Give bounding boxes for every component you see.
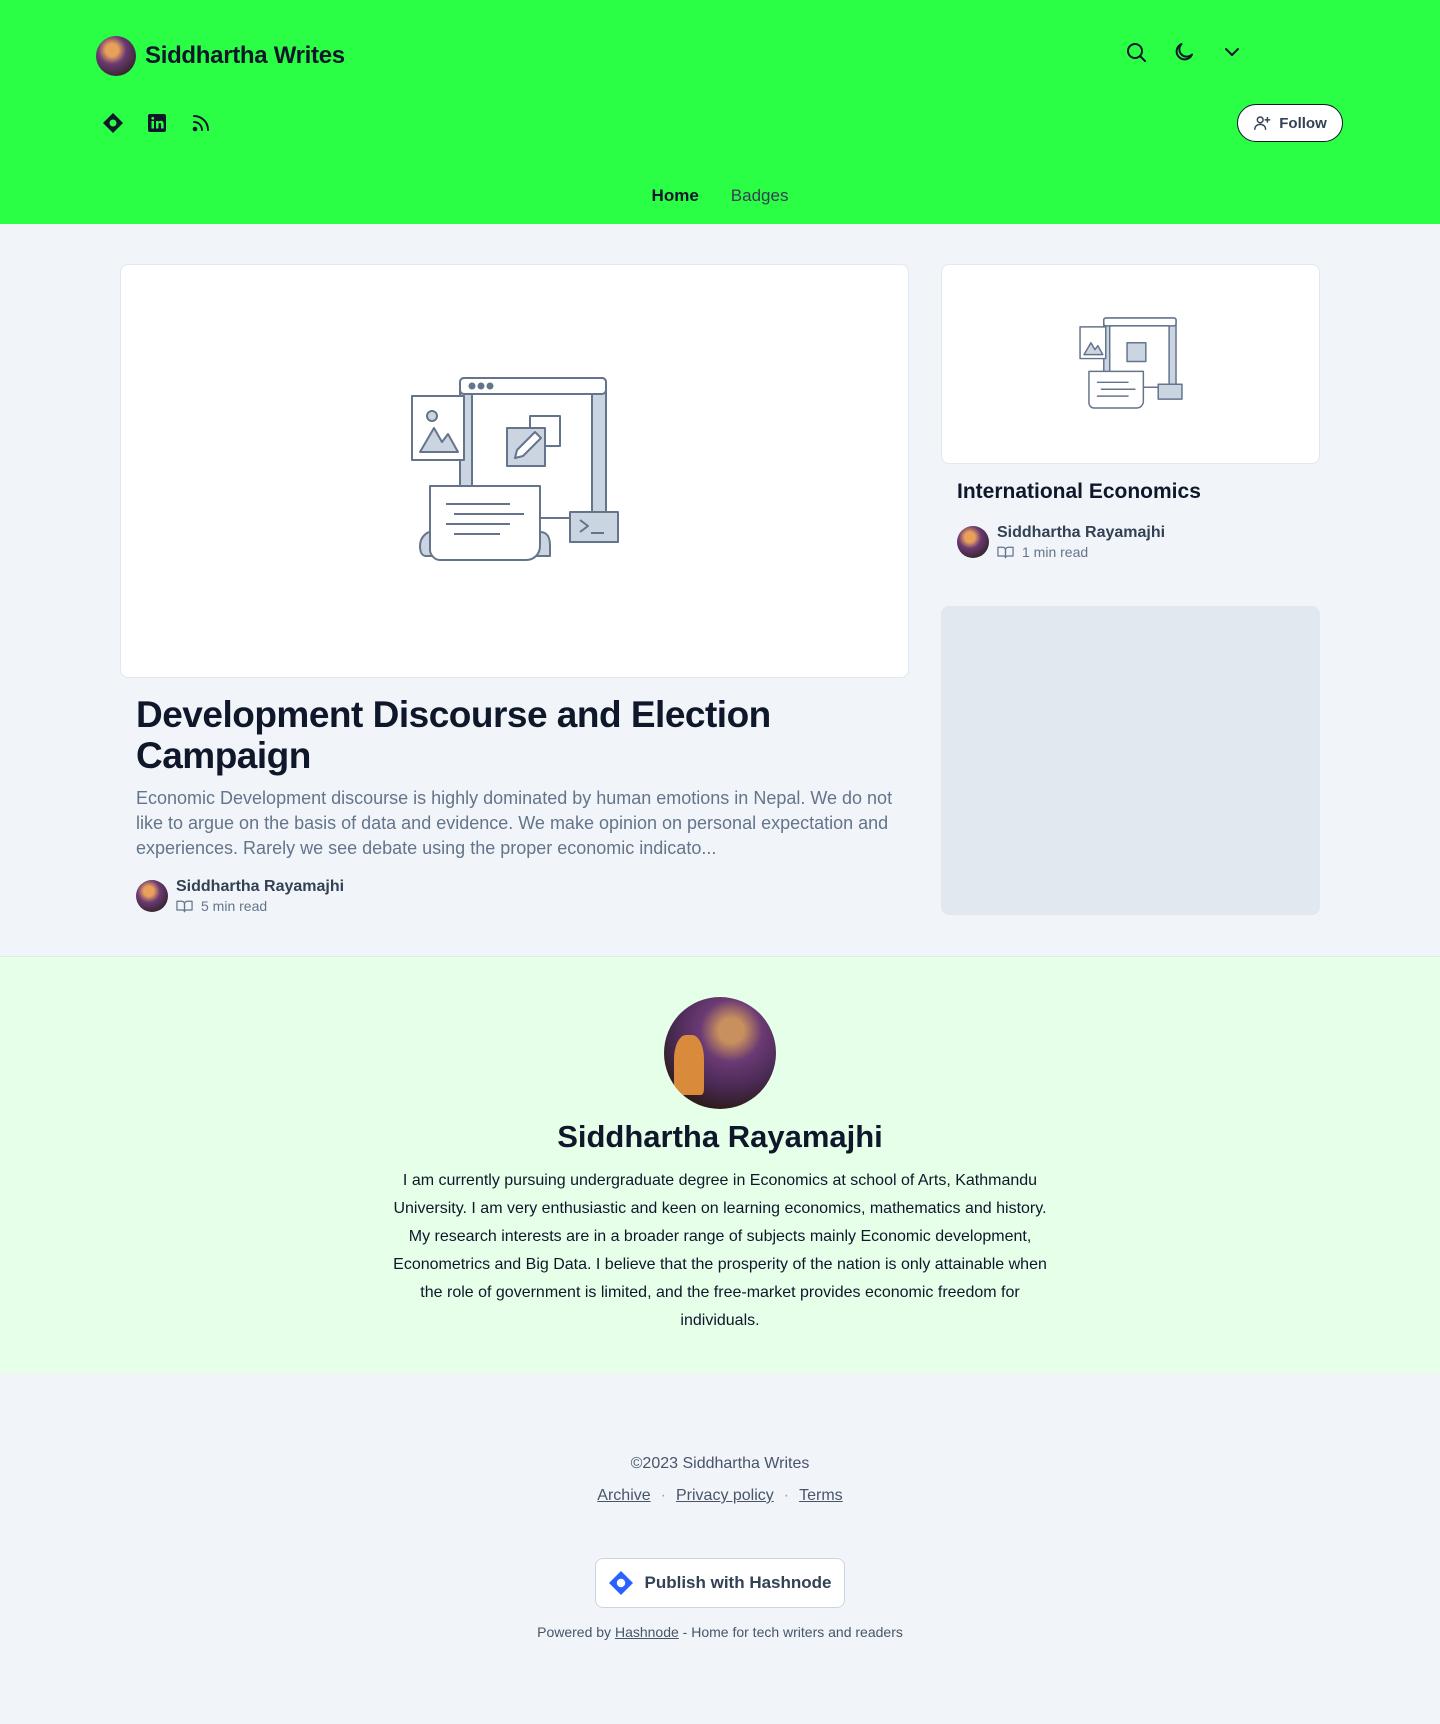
read-time-label: 1 min read [1022, 544, 1089, 560]
publish-label: Publish with Hashnode [644, 1573, 832, 1592]
footer-link-privacy[interactable]: Privacy policy [676, 1487, 774, 1505]
publish-with-hashnode-button[interactable]: Publish with Hashnode [595, 1558, 845, 1608]
header-actions [1124, 40, 1244, 64]
author-profile-photo[interactable] [664, 997, 776, 1109]
hashnode-logo-icon [609, 1571, 634, 1595]
author-profile-name[interactable]: Siddhartha Rayamajhi [0, 1119, 1440, 1155]
read-time: 5 min read [176, 898, 344, 914]
author-avatar[interactable] [136, 880, 168, 912]
search-icon[interactable] [1124, 40, 1148, 64]
featured-post-meta: Siddhartha Rayamajhi 5 min read [136, 878, 344, 914]
hashnode-link[interactable]: Hashnode [615, 1624, 679, 1640]
book-open-icon [176, 900, 193, 913]
user-plus-icon [1254, 116, 1271, 131]
chevron-down-icon[interactable] [1220, 40, 1244, 64]
author-bio: I am currently pursuing undergraduate de… [393, 1172, 1047, 1329]
blog-logo-avatar[interactable] [96, 36, 136, 76]
loading-placeholder-card [941, 606, 1320, 915]
powered-prefix: Powered by [537, 1624, 612, 1640]
read-time: 1 min read [997, 544, 1165, 560]
hashnode-icon[interactable] [102, 112, 124, 134]
placeholder-illustration-icon [1078, 317, 1183, 409]
nav-home[interactable]: Home [652, 186, 699, 206]
powered-by: Powered by Hashnode - Home for tech writ… [0, 1624, 1440, 1640]
footer-copyright: ©2023 Siddhartha Writes [630, 1455, 810, 1472]
footer-link-terms[interactable]: Terms [799, 1487, 843, 1505]
blog-title[interactable]: Siddhartha Writes [145, 42, 345, 70]
separator-dot: · [783, 1487, 790, 1504]
side-post-cover[interactable] [941, 264, 1320, 464]
read-time-label: 5 min read [201, 898, 268, 914]
author-avatar[interactable] [957, 526, 989, 558]
featured-post-excerpt[interactable]: Economic Development discourse is highly… [136, 786, 896, 861]
blog-header: Siddhartha Writes Follow Home Badges [0, 0, 1440, 224]
social-links [102, 112, 212, 134]
moon-icon[interactable] [1172, 40, 1196, 64]
featured-post-cover[interactable] [120, 264, 909, 678]
blog-brand[interactable]: Siddhartha Writes [96, 36, 345, 76]
rss-icon[interactable] [190, 112, 212, 134]
featured-post-title[interactable]: Development Discourse and Election Campa… [136, 694, 896, 776]
author-section: Siddhartha Rayamajhi I am currently purs… [0, 956, 1440, 1373]
separator-dot: · [660, 1487, 666, 1504]
follow-button[interactable]: Follow [1237, 104, 1343, 142]
side-post-meta: Siddhartha Rayamajhi 1 min read [957, 524, 1165, 560]
nav-badges[interactable]: Badges [731, 186, 789, 206]
author-name[interactable]: Siddhartha Rayamajhi [997, 524, 1165, 542]
blog-nav: Home Badges [0, 186, 1440, 206]
footer-links: Archive · Privacy policy · Terms [0, 1487, 1440, 1505]
linkedin-icon[interactable] [146, 112, 168, 134]
book-open-icon [997, 546, 1014, 559]
powered-suffix: - Home for tech writers and readers [682, 1624, 903, 1640]
footer-link-archive[interactable]: Archive [597, 1487, 650, 1505]
follow-label: Follow [1279, 114, 1327, 132]
author-name[interactable]: Siddhartha Rayamajhi [176, 878, 344, 896]
side-post-title[interactable]: International Economics [957, 480, 1201, 504]
placeholder-illustration-icon [410, 377, 619, 561]
